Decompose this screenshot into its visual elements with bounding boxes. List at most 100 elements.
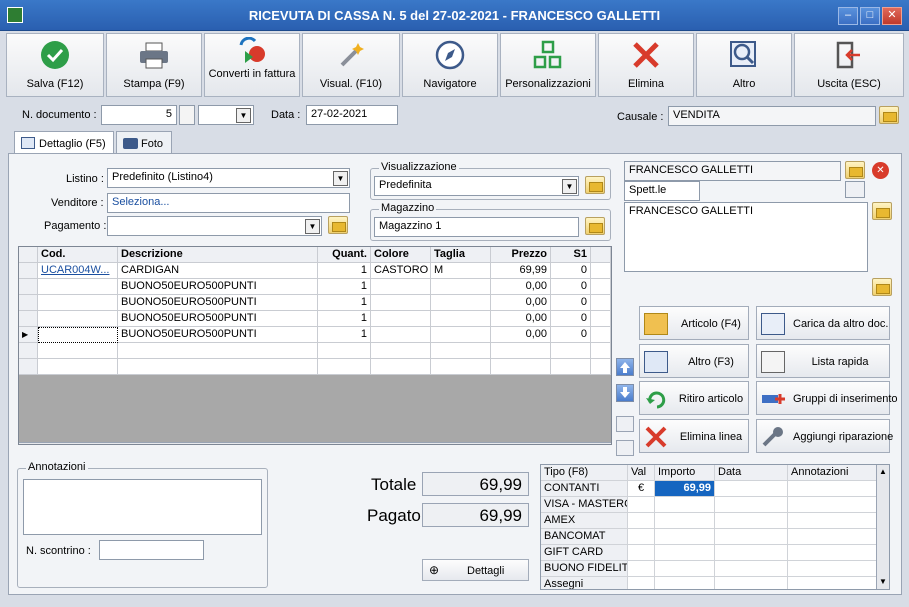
ndoc-spin[interactable] bbox=[179, 105, 195, 125]
horizontal-scrollbar[interactable]: ◀ ▶ bbox=[19, 442, 611, 444]
wrench-icon bbox=[761, 426, 785, 448]
folder-icon[interactable] bbox=[872, 202, 892, 220]
delete-line-button[interactable]: Elimina linea bbox=[639, 419, 749, 453]
undo-icon bbox=[644, 388, 668, 410]
table-row[interactable] bbox=[19, 359, 611, 375]
chevron-down-icon[interactable]: ▼ bbox=[305, 219, 320, 234]
maximize-button[interactable]: □ bbox=[860, 7, 880, 25]
pagamento-select[interactable] bbox=[107, 216, 322, 236]
title-bar: RICEVUTA DI CASSA N. 5 del 27-02-2021 - … bbox=[0, 0, 909, 31]
exit-button[interactable]: Uscita (ESC) bbox=[794, 33, 904, 97]
causale-label: Causale : bbox=[617, 111, 664, 123]
wand-icon bbox=[303, 40, 399, 70]
user-icon[interactable] bbox=[845, 181, 865, 198]
save-button[interactable]: Salva (F12) bbox=[6, 33, 104, 97]
print-button[interactable]: Stampa (F9) bbox=[106, 33, 202, 97]
tab-dettaglio[interactable]: Dettaglio (F5) bbox=[14, 131, 114, 154]
arrow-up-icon[interactable]: ▲ bbox=[879, 467, 887, 476]
arrow-down-icon[interactable]: ▼ bbox=[879, 577, 887, 586]
remove-customer-icon[interactable]: ✕ bbox=[872, 162, 889, 179]
grid-header: Cod. Descrizione Quant. Colore Taglia Pr… bbox=[19, 247, 611, 263]
scontrino-input[interactable] bbox=[99, 540, 204, 560]
return-article-button[interactable]: Ritiro articolo bbox=[639, 381, 749, 415]
notes-textarea[interactable] bbox=[23, 479, 262, 535]
table-row[interactable]: ▶ BUONO50EURO500PUNTI 1 0,00 0 bbox=[19, 327, 611, 343]
load-from-doc-button[interactable]: Carica da altro doc. bbox=[756, 306, 890, 340]
list-item[interactable]: AMEX bbox=[541, 513, 877, 529]
delete-button[interactable]: Elimina bbox=[598, 33, 694, 97]
magnifier-icon bbox=[697, 40, 791, 70]
row-pointer-icon[interactable]: ▶ bbox=[19, 327, 38, 343]
ndoc-input[interactable]: 5 bbox=[101, 105, 177, 125]
check-icon bbox=[7, 40, 103, 70]
list-item[interactable]: CONTANTI €69,99 bbox=[541, 481, 877, 497]
pagamento-label: Pagamento : bbox=[44, 220, 107, 232]
quick-list-button[interactable]: Lista rapida bbox=[756, 344, 890, 378]
table-row[interactable] bbox=[19, 343, 611, 359]
move-down-button[interactable] bbox=[616, 384, 634, 402]
table-row[interactable]: BUONO50EURO500PUNTI 1 0,00 0 bbox=[19, 311, 611, 327]
grid-icon bbox=[501, 40, 595, 70]
convert-invoice-button[interactable]: Converti in fattura bbox=[204, 33, 300, 97]
folder-icon[interactable] bbox=[845, 161, 865, 179]
venditore-input[interactable]: Seleziona... bbox=[107, 193, 350, 213]
folder-icon[interactable] bbox=[585, 176, 605, 194]
table-check-icon bbox=[761, 313, 785, 335]
add-repair-button[interactable]: Aggiungi riparazione bbox=[756, 419, 893, 453]
tab-foto[interactable]: Foto bbox=[116, 131, 172, 154]
x-icon bbox=[644, 426, 668, 448]
minimize-button[interactable]: – bbox=[838, 7, 858, 25]
copy-icon[interactable] bbox=[616, 416, 634, 432]
list-item[interactable]: BANCOMAT bbox=[541, 529, 877, 545]
folder-icon[interactable] bbox=[879, 106, 899, 124]
chevron-down-icon[interactable]: ▼ bbox=[562, 179, 577, 194]
move-up-button[interactable] bbox=[616, 358, 634, 376]
other-line-button[interactable]: Altro (F3) bbox=[639, 344, 749, 378]
list-item[interactable]: VISA - MASTERC... bbox=[541, 497, 877, 513]
customer-name[interactable]: FRANCESCO GALLETTI bbox=[624, 161, 841, 181]
visual-button[interactable]: Visual. (F10) bbox=[302, 33, 400, 97]
payments-table[interactable]: Tipo (F8) Val Importo Data Annotazioni C… bbox=[540, 464, 890, 590]
paste-icon[interactable] bbox=[616, 440, 634, 456]
listino-select[interactable]: Predefinito (Listino4) bbox=[107, 168, 350, 188]
table-row[interactable]: UCAR004W... CARDIGAN 1 CASTORO M 69,99 0 bbox=[19, 263, 611, 279]
chevron-down-icon[interactable]: ▼ bbox=[236, 108, 251, 123]
list-item[interactable]: BUONO FIDELITY bbox=[541, 561, 877, 577]
printer-icon bbox=[107, 40, 201, 70]
scontrino-label: N. scontrino : bbox=[26, 545, 91, 557]
customizations-button[interactable]: Personalizzazioni bbox=[500, 33, 596, 97]
quick-list-icon bbox=[761, 351, 785, 373]
magazzino-input[interactable]: Magazzino 1 bbox=[374, 217, 579, 237]
other-button[interactable]: Altro bbox=[696, 33, 792, 97]
list-item[interactable]: GIFT CARD bbox=[541, 545, 877, 561]
visualizzazione-select[interactable]: Predefinita bbox=[374, 176, 579, 196]
paid-value: 69,99 bbox=[422, 503, 529, 527]
customer-address[interactable]: FRANCESCO GALLETTI bbox=[624, 202, 868, 272]
folder-icon[interactable] bbox=[328, 216, 348, 234]
causale-input[interactable]: VENDITA bbox=[668, 106, 876, 126]
article-button[interactable]: Articolo (F4) bbox=[639, 306, 749, 340]
navigator-button[interactable]: Navigatore bbox=[402, 33, 498, 97]
table-row[interactable]: BUONO50EURO500PUNTI 1 0,00 0 bbox=[19, 279, 611, 295]
close-window-button[interactable]: ✕ bbox=[882, 7, 902, 25]
list-add-icon bbox=[644, 351, 668, 373]
ndoc-label: N. documento : bbox=[22, 109, 97, 121]
list-item[interactable]: Assegni bbox=[541, 577, 877, 589]
total-value: 69,99 bbox=[422, 472, 529, 496]
exit-icon bbox=[795, 40, 903, 70]
date-input[interactable]: 27-02-2021 bbox=[306, 105, 398, 125]
insertion-groups-button[interactable]: Gruppi di inserimento bbox=[756, 381, 898, 415]
payments-header: Tipo (F8) Val Importo Data Annotazioni bbox=[541, 465, 877, 481]
listino-label: Listino : bbox=[66, 173, 104, 185]
total-label: Totale bbox=[371, 475, 417, 494]
vertical-scrollbar[interactable]: ▲ ▼ bbox=[876, 465, 889, 589]
salutation-input[interactable]: Spett.le bbox=[624, 181, 700, 201]
chevron-down-icon[interactable]: ▼ bbox=[333, 171, 348, 186]
table-icon bbox=[21, 137, 35, 149]
details-button[interactable]: ⊕ Dettagli bbox=[422, 559, 529, 581]
folder-icon[interactable] bbox=[872, 278, 892, 296]
compass-icon bbox=[403, 40, 497, 70]
folder-icon[interactable] bbox=[585, 217, 605, 235]
items-grid[interactable]: Cod. Descrizione Quant. Colore Taglia Pr… bbox=[18, 246, 612, 445]
table-row[interactable]: BUONO50EURO500PUNTI 1 0,00 0 bbox=[19, 295, 611, 311]
